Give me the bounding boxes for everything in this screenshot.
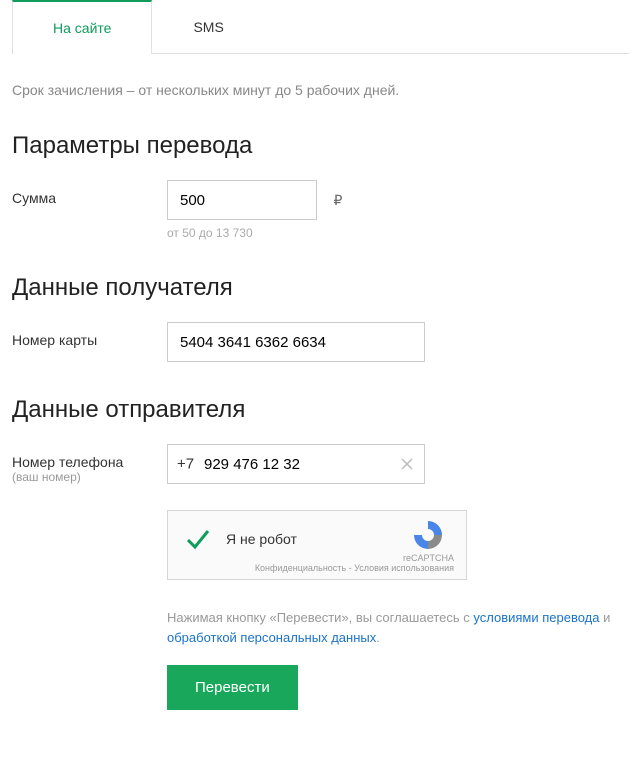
checkmark-icon bbox=[184, 525, 212, 553]
captcha-privacy-terms: Конфиденциальность - Условия использован… bbox=[180, 563, 454, 573]
tabs: На сайте SMS bbox=[12, 0, 629, 54]
recaptcha-widget[interactable]: Я не робот reCAPTCHA Конфиденциальность … bbox=[167, 510, 467, 580]
amount-label: Сумма bbox=[12, 180, 167, 206]
card-input[interactable] bbox=[167, 322, 425, 362]
tab-sms[interactable]: SMS bbox=[152, 0, 264, 53]
clear-icon[interactable] bbox=[399, 456, 415, 472]
section-sender-title: Данные отправителя bbox=[12, 396, 629, 424]
amount-range-hint: от 50 до 13 730 bbox=[167, 226, 629, 240]
captcha-label: Я не робот bbox=[226, 531, 297, 547]
submit-button[interactable]: Перевести bbox=[167, 665, 298, 710]
terms-link[interactable]: условиями перевода bbox=[473, 610, 599, 625]
phone-label: Номер телефона bbox=[12, 454, 167, 470]
tab-onsite[interactable]: На сайте bbox=[12, 0, 152, 54]
crediting-hint: Срок зачисления – от нескольких минут до… bbox=[12, 82, 629, 98]
legal-text: Нажимая кнопку «Перевести», вы соглашает… bbox=[167, 608, 629, 647]
section-recipient-title: Данные получателя bbox=[12, 274, 629, 302]
amount-input[interactable] bbox=[167, 180, 317, 220]
currency-symbol: ₽ bbox=[333, 192, 342, 209]
phone-prefix: +7 bbox=[177, 456, 194, 473]
privacy-link[interactable]: обработкой персональных данных bbox=[167, 630, 376, 645]
recaptcha-logo-icon bbox=[412, 519, 444, 551]
phone-input[interactable] bbox=[167, 444, 425, 484]
section-params-title: Параметры перевода bbox=[12, 132, 629, 160]
recaptcha-brand: reCAPTCHA bbox=[403, 553, 454, 563]
card-label: Номер карты bbox=[12, 322, 167, 348]
phone-sublabel: (ваш номер) bbox=[12, 470, 167, 484]
